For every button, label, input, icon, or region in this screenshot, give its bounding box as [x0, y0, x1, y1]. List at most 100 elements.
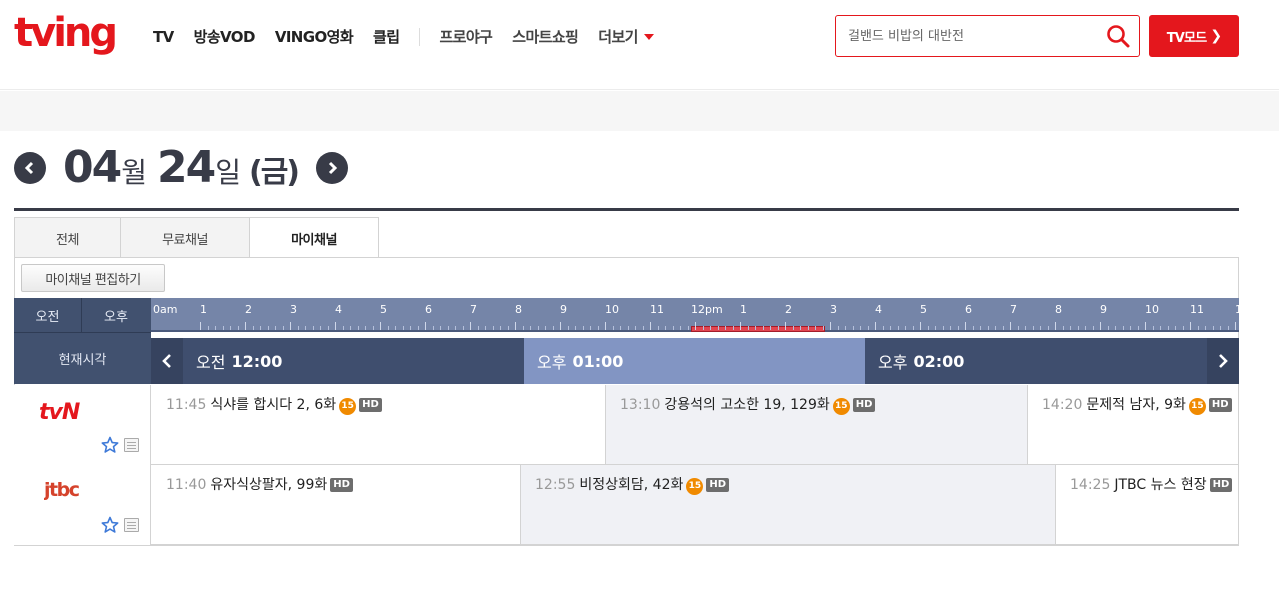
ruler-minor-tick	[815, 326, 816, 330]
ruler-hour-tick	[425, 322, 426, 330]
nav-item-baseball[interactable]: 프로야구	[439, 26, 492, 47]
ruler-minor-tick	[320, 326, 321, 330]
search-icon[interactable]	[1105, 23, 1131, 49]
ruler-hour-label: 11	[1190, 303, 1204, 316]
ruler-minor-tick	[777, 326, 779, 330]
ruler-minor-tick	[837, 326, 839, 330]
ruler-hour-label: 7	[1010, 303, 1017, 316]
program-title: 유자식상팔자, 99화	[210, 477, 328, 493]
time-slot-bar: 오전 12:00 오후 01:00 오후 02:00	[151, 338, 1239, 384]
program-cell[interactable]: 14:20 문제적 남자, 9화 15 HD	[1027, 385, 1239, 464]
ruler-hour-tick	[875, 322, 876, 330]
hd-badge: HD	[1208, 398, 1232, 412]
program-cell[interactable]: 12:55 비정상회담, 42화 15 HD	[520, 465, 1056, 544]
favorite-star-icon[interactable]	[101, 516, 119, 534]
program-cell[interactable]: 14:25 JTBC 뉴스 현장 HD	[1055, 465, 1239, 544]
channel-cell: jtbc	[14, 465, 151, 545]
ruler-minor-tick	[275, 326, 276, 330]
ruler-hour-label: 4	[875, 303, 882, 316]
ruler-hour-tick	[605, 322, 606, 330]
tvmode-label: TV모드	[1166, 30, 1207, 46]
program-cell[interactable]: 11:40 유자식상팔자, 99화 HD	[152, 465, 521, 544]
ruler-minor-tick	[545, 326, 546, 330]
program-title: 식샤를 합시다 2, 6화	[210, 397, 337, 413]
ruler-minor-tick	[590, 326, 591, 330]
ruler-minor-tick	[552, 326, 554, 330]
nav-more-dropdown[interactable]: 더보기	[598, 26, 654, 47]
ruler-minor-tick	[687, 326, 689, 330]
ruler-minor-tick	[417, 326, 419, 330]
ruler-minor-tick	[522, 326, 524, 330]
date-weekday: (금)	[249, 155, 300, 190]
hd-badge: HD	[330, 478, 353, 492]
program-cell[interactable]: 11:45 식샤를 합시다 2, 6화 15 HD	[152, 385, 606, 464]
ruler-hour-tick	[920, 322, 921, 330]
search-input[interactable]	[848, 25, 1098, 47]
ruler-minor-tick	[980, 326, 981, 330]
next-day-button[interactable]	[316, 152, 348, 184]
schedule-list-icon[interactable]	[124, 438, 139, 452]
pm-button[interactable]: 오후	[82, 298, 150, 332]
tving-logo[interactable]: tving	[14, 12, 126, 58]
ruler-hour-tick	[830, 322, 831, 330]
prev-day-button[interactable]	[14, 152, 46, 184]
program-cell[interactable]: 13:10 강용석의 고소한 19, 129화 15 HD	[605, 385, 1028, 464]
favorite-star-icon[interactable]	[101, 436, 119, 454]
ruler-minor-tick	[447, 326, 449, 330]
ruler-minor-tick	[1137, 326, 1139, 330]
nav-item-tv[interactable]: TV	[153, 28, 174, 46]
prev-time-button[interactable]	[151, 338, 183, 384]
chevron-left-icon	[162, 354, 171, 368]
tvn-logo[interactable]: tvN	[39, 397, 99, 425]
date-divider	[14, 208, 1239, 211]
nav-item-vod[interactable]: 방송VOD	[194, 26, 256, 47]
channel-cell: tvN	[14, 385, 151, 465]
ruler-minor-tick	[455, 326, 456, 330]
next-time-button[interactable]	[1207, 338, 1239, 384]
jtbc-logo[interactable]: jtbc	[44, 475, 104, 503]
time-slot-time: 12:00	[231, 351, 283, 371]
nav-item-vingo[interactable]: VINGO영화	[275, 26, 354, 47]
ruler-minor-tick	[762, 326, 764, 330]
ruler-minor-tick	[440, 326, 441, 330]
time-ruler[interactable]: 0am123456789101112pm123456789101112	[151, 298, 1239, 332]
ruler-minor-tick	[267, 326, 269, 330]
ruler-minor-tick	[792, 326, 794, 330]
now-time-label[interactable]: 현재시각	[14, 332, 151, 384]
date-month-unit: 월	[121, 156, 147, 189]
ruler-minor-tick	[1107, 326, 1109, 330]
tab-my-channel[interactable]: 마이채널	[249, 217, 379, 258]
time-slot[interactable]: 오후 02:00	[865, 338, 1207, 384]
ruler-minor-tick	[755, 326, 756, 330]
tab-free[interactable]: 무료채널	[120, 217, 250, 258]
ruler-minor-tick	[1085, 326, 1086, 330]
time-slot-active[interactable]: 오후 01:00	[524, 338, 865, 384]
program-title: 강용석의 고소한 19, 129화	[664, 397, 830, 413]
hd-badge: HD	[706, 478, 730, 492]
time-slot[interactable]: 오전 12:00	[183, 338, 524, 384]
date-navigator: 04 월 24 일 (금)	[14, 140, 354, 196]
nav-item-clip[interactable]: 클립	[373, 26, 400, 47]
ruler-hour-tick	[785, 322, 786, 330]
ruler-minor-tick	[365, 326, 366, 330]
schedule-list-icon[interactable]	[124, 518, 139, 532]
caret-down-icon	[643, 33, 654, 40]
ruler-hour-label: 1	[200, 303, 207, 316]
edit-my-channel-button[interactable]: 마이채널 편집하기	[21, 264, 165, 292]
tab-all[interactable]: 전체	[14, 217, 121, 258]
ruler-hour-label: 1	[740, 303, 747, 316]
main-nav: TV 방송VOD VINGO영화 클립 프로야구 스마트쇼핑 더보기	[153, 26, 674, 47]
age-rating-badge: 15	[339, 398, 357, 415]
program-time: 11:45	[166, 397, 207, 413]
am-button[interactable]: 오전	[14, 298, 82, 332]
ruler-hour-tick	[1055, 322, 1056, 330]
nav-item-shopping[interactable]: 스마트쇼핑	[512, 26, 579, 47]
ruler-minor-tick	[432, 326, 434, 330]
ampm-toggle: 오전 오후	[14, 298, 151, 332]
current-time-indicator[interactable]	[691, 326, 825, 332]
ruler-minor-tick	[1077, 326, 1079, 330]
ruler-minor-tick	[972, 326, 974, 330]
date-day-unit: 일	[215, 156, 241, 189]
tvmode-button[interactable]: TV모드 ❯	[1149, 15, 1239, 57]
channel-row-jtbc: jtbc 11:40 유자식상팔자, 99화 HD 12:55 비정상회담, 42화 1…	[14, 465, 1239, 545]
